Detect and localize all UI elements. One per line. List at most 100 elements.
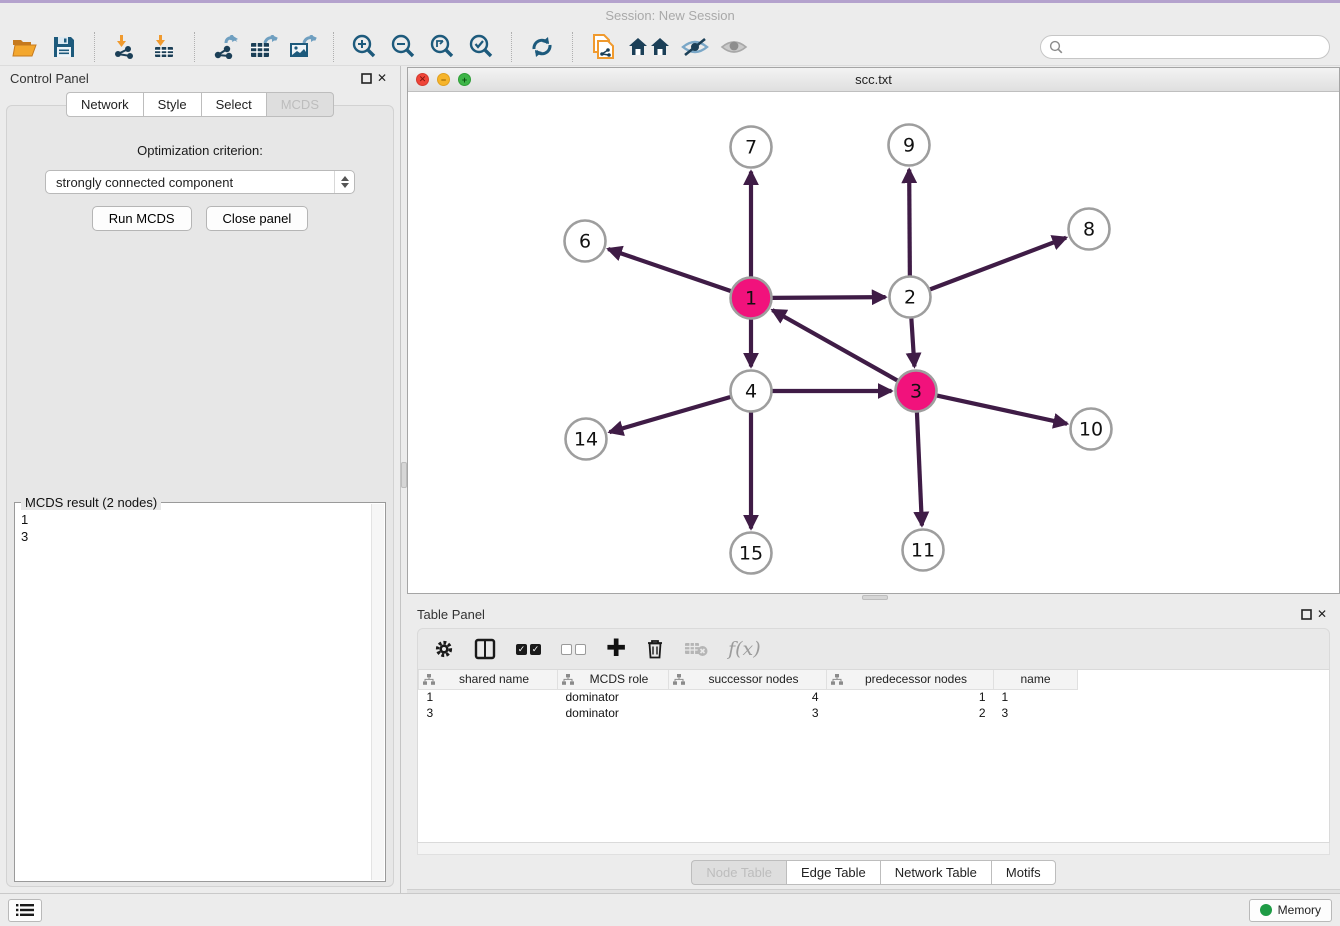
criterion-select[interactable]: strongly connected component	[45, 170, 355, 194]
close-panel-icon[interactable]: ✕	[1314, 606, 1330, 622]
network-window-titlebar[interactable]: ✕ − + scc.txt	[408, 68, 1339, 92]
control-panel-tabs: Network Style Select MCDS	[0, 92, 400, 117]
graph-edge-2-3[interactable]	[911, 318, 914, 366]
graph-edge-3-1[interactable]	[772, 310, 897, 380]
tab-mcds[interactable]: MCDS	[266, 92, 334, 117]
graph-edge-2-9[interactable]	[909, 169, 910, 275]
close-panel-button[interactable]: Close panel	[206, 206, 309, 231]
graph-node-label-8: 8	[1083, 219, 1095, 241]
network-canvas[interactable]: 7968124314101511	[408, 92, 1339, 593]
graph-node-label-9: 9	[903, 135, 915, 157]
table-horizontal-scrollbar[interactable]	[417, 843, 1330, 855]
copy-network-view-icon[interactable]	[588, 33, 618, 61]
window-maximize-icon[interactable]: +	[458, 73, 471, 86]
export-image-icon[interactable]	[288, 33, 318, 61]
log-console-button[interactable]	[8, 899, 42, 922]
graph-edge-3-10[interactable]	[937, 396, 1067, 424]
tab-style[interactable]: Style	[143, 92, 201, 117]
column-header-successor-nodes[interactable]: successor nodes	[669, 670, 827, 689]
graph-node-label-6: 6	[579, 231, 591, 253]
hierarchy-icon	[673, 674, 685, 685]
status-bar: Memory	[0, 893, 1340, 926]
list-icon	[16, 903, 34, 917]
vertical-splitter[interactable]	[400, 66, 407, 893]
float-panel-icon[interactable]	[358, 70, 374, 86]
graph-node-label-4: 4	[745, 381, 757, 403]
delete-column-icon[interactable]	[646, 638, 664, 660]
zoom-in-icon[interactable]	[349, 33, 379, 61]
result-scrollbar[interactable]	[371, 504, 384, 880]
graph-node-label-1: 1	[745, 288, 757, 310]
toolbar-separator	[511, 32, 512, 62]
tab-network-table[interactable]: Network Table	[880, 860, 991, 885]
table-header-row[interactable]: shared name MCDS role successor nodes pr…	[419, 670, 1078, 689]
toolbar-separator	[333, 32, 334, 62]
graph-edges	[608, 169, 1067, 528]
search-input[interactable]	[1040, 35, 1330, 59]
deselect-all-checkboxes-icon[interactable]	[561, 644, 586, 655]
memory-button[interactable]: Memory	[1249, 899, 1332, 922]
toolbar-separator	[194, 32, 195, 62]
horizontal-splitter[interactable]	[407, 594, 1340, 602]
tab-motifs[interactable]: Motifs	[991, 860, 1056, 885]
refresh-icon[interactable]	[527, 33, 557, 61]
graph-edge-1-2[interactable]	[772, 297, 885, 298]
zoom-out-icon[interactable]	[388, 33, 418, 61]
export-network-icon[interactable]	[210, 33, 240, 61]
tab-edge-table[interactable]: Edge Table	[786, 860, 880, 885]
window-minimize-icon[interactable]: −	[437, 73, 450, 86]
hierarchy-icon	[423, 674, 435, 685]
tab-node-table[interactable]: Node Table	[691, 860, 786, 885]
table-row[interactable]: 3 dominator 3 2 3	[419, 705, 1078, 721]
toolbar-separator	[572, 32, 573, 62]
tab-network[interactable]: Network	[66, 92, 143, 117]
zoom-fit-icon[interactable]	[427, 33, 457, 61]
control-panel-title: Control Panel	[10, 71, 89, 86]
splitter-handle[interactable]	[401, 462, 407, 488]
zoom-selected-icon[interactable]	[466, 33, 496, 61]
table-toolbar: ✓✓ ✚ f(x)	[417, 628, 1330, 670]
home-layout-icon[interactable]	[627, 33, 671, 61]
column-header-predecessor-nodes[interactable]: predecessor nodes	[827, 670, 994, 689]
mcds-result-text[interactable]: 1 3	[15, 503, 385, 881]
control-panel: Control Panel ✕ Network Style Select MCD…	[0, 66, 400, 893]
add-column-icon[interactable]: ✚	[606, 639, 626, 659]
close-panel-icon[interactable]: ✕	[374, 70, 390, 86]
memory-status-icon	[1260, 904, 1272, 916]
settings-gear-icon[interactable]	[434, 639, 454, 659]
hierarchy-icon	[831, 674, 843, 685]
import-table-icon[interactable]	[149, 33, 179, 61]
delete-table-icon	[684, 640, 708, 658]
hide-selected-icon[interactable]	[680, 33, 710, 61]
tab-select[interactable]: Select	[201, 92, 266, 117]
column-header-shared-name[interactable]: shared name	[419, 670, 558, 689]
graph-node-label-15: 15	[739, 543, 763, 565]
graph-edge-2-8[interactable]	[930, 238, 1066, 290]
open-session-icon[interactable]	[10, 33, 40, 61]
graph-edge-4-14[interactable]	[610, 397, 731, 432]
select-all-checkboxes-icon[interactable]: ✓✓	[516, 644, 541, 655]
toolbar-separator	[94, 32, 95, 62]
graph-edge-1-6[interactable]	[608, 249, 730, 291]
window-close-icon[interactable]: ✕	[416, 73, 429, 86]
graph-edge-3-11[interactable]	[917, 412, 922, 525]
import-network-icon[interactable]	[110, 33, 140, 61]
save-session-icon[interactable]	[49, 33, 79, 61]
splitter-handle[interactable]	[862, 595, 888, 600]
float-panel-icon[interactable]	[1298, 606, 1314, 622]
table-tabs: Node Table Edge Table Network Table Moti…	[407, 855, 1340, 889]
column-header-mcds-role[interactable]: MCDS role	[558, 670, 669, 689]
export-table-icon[interactable]	[249, 33, 279, 61]
table-row[interactable]: 1 dominator 4 1 1	[419, 689, 1078, 705]
column-header-name[interactable]: name	[994, 670, 1078, 689]
mcds-result-box: MCDS result (2 nodes) 1 3	[14, 502, 386, 882]
window-titlebar: Session: New Session	[0, 3, 1340, 28]
show-column-icon[interactable]	[474, 638, 496, 660]
show-all-icon[interactable]	[719, 33, 749, 61]
run-mcds-button[interactable]: Run MCDS	[92, 206, 192, 231]
node-table: shared name MCDS role successor nodes pr…	[417, 670, 1330, 843]
select-caret-icon	[334, 171, 354, 193]
graph-node-label-3: 3	[910, 381, 922, 403]
apply-function-icon: f(x)	[728, 638, 761, 660]
graph-node-label-14: 14	[574, 429, 598, 451]
